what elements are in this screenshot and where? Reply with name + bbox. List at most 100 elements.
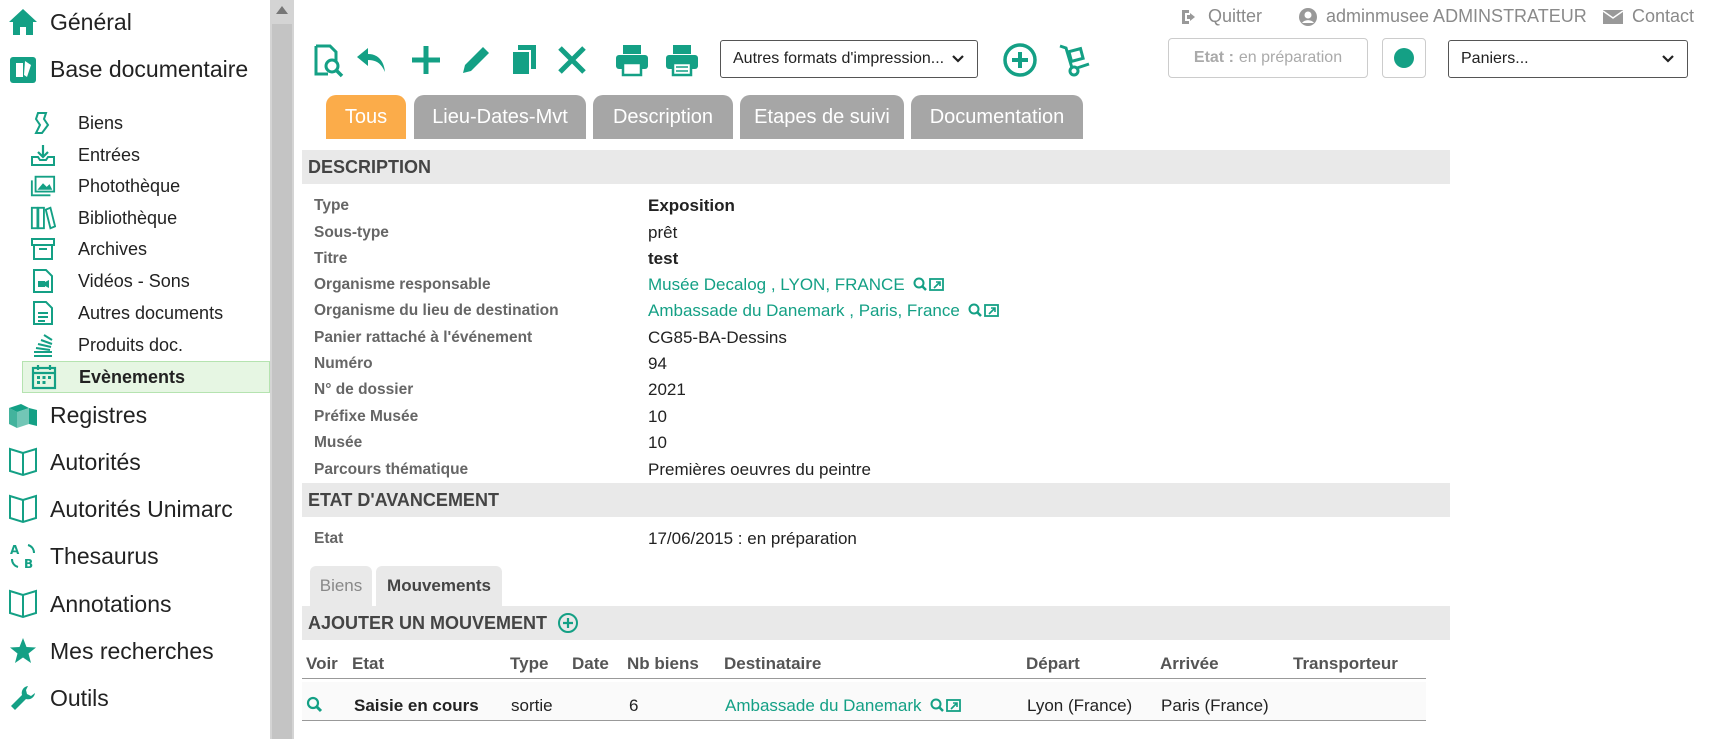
star-icon — [6, 634, 40, 668]
organisme-destination-link[interactable]: Ambassade du Danemark , Paris, France — [648, 301, 1000, 321]
search-open-icon[interactable] — [968, 302, 1000, 320]
cell-destinataire-link[interactable]: Ambassade du Danemark — [725, 696, 962, 716]
cell-etat: Saisie en cours — [354, 696, 479, 715]
thesaurus-icon: AB — [6, 539, 40, 573]
subtab-biens[interactable]: Biens — [310, 566, 372, 606]
subtab-mouvements[interactable]: Mouvements — [376, 566, 502, 606]
etat-status-field: Etat : en préparation — [1168, 38, 1368, 78]
column-header: Voir — [306, 654, 338, 673]
tab-label: Lieu-Dates-Mvt — [432, 105, 568, 128]
section-title: ETAT D'AVANCEMENT — [308, 489, 499, 510]
tab-label: Etapes de suivi — [754, 105, 890, 128]
sidebar-scrollbar[interactable] — [270, 0, 294, 739]
add-movement-icon[interactable] — [557, 612, 579, 634]
sidebar-item-annotations[interactable]: Annotations — [6, 584, 171, 624]
quit-link[interactable]: Quitter — [1180, 6, 1262, 27]
column-header: Nb biens — [627, 654, 699, 673]
field-label: Organisme du lieu de destination — [314, 302, 559, 319]
open-book-icon — [6, 587, 40, 621]
field-titre: Titre test — [314, 246, 678, 272]
subtab-label: Mouvements — [387, 576, 491, 595]
wrench-icon — [6, 681, 40, 715]
field-label: Organisme responsable — [314, 276, 491, 293]
field-value: 94 — [648, 354, 667, 373]
print-list-button[interactable] — [662, 40, 702, 80]
sidebar-item-autorites-unimarc[interactable]: Autorités Unimarc — [6, 489, 233, 529]
sidebar-item-entrees[interactable]: Entrées — [22, 140, 268, 170]
field-parcours: Parcours thématique Premières oeuvres du … — [314, 457, 871, 483]
sidebar-item-label: Autorités Unimarc — [50, 495, 233, 522]
user-link[interactable]: adminmusee ADMINSTRATEUR — [1298, 6, 1587, 27]
field-value: Premières oeuvres du peintre — [648, 460, 872, 479]
paniers-select[interactable]: Paniers... — [1448, 40, 1688, 78]
organisme-responsable-link[interactable]: Musée Decalog , LYON, FRANCE — [648, 275, 945, 295]
field-panier: Panier rattaché à l'événement CG85-BA-Des… — [314, 325, 787, 351]
field-label: Numéro — [314, 355, 373, 372]
quit-label: Quitter — [1208, 6, 1263, 26]
contact-link[interactable]: Contact — [1602, 6, 1694, 27]
tab-tous[interactable]: Tous — [326, 95, 406, 139]
add-button[interactable] — [406, 40, 446, 80]
tab-label: Documentation — [929, 105, 1065, 128]
field-value: 10 — [648, 433, 667, 452]
scroll-up-arrow-icon[interactable] — [276, 6, 288, 14]
add-circle-button[interactable] — [1000, 40, 1040, 80]
hand-truck-icon — [1059, 44, 1090, 77]
document-search-icon — [314, 44, 344, 78]
search-open-icon[interactable] — [930, 697, 962, 715]
sidebar-item-base-documentaire[interactable]: Base documentaire — [6, 49, 248, 89]
sidebar-item-evenements[interactable]: Evènements — [22, 361, 270, 393]
user-label: adminmusee ADMINSTRATEUR — [1326, 6, 1587, 26]
column-header: Départ — [1026, 654, 1080, 673]
object-icon — [30, 110, 56, 136]
copy-icon — [511, 45, 536, 76]
search-open-icon[interactable] — [913, 276, 945, 294]
field-numero: Numéro 94 — [314, 351, 667, 377]
sidebar-item-general[interactable]: Général — [6, 2, 132, 42]
field-label: Sous-type — [314, 224, 389, 241]
sidebar-item-phototheque[interactable]: Photothèque — [22, 171, 268, 201]
print-formats-select[interactable]: Autres formats d'impression... — [720, 40, 978, 78]
delete-button[interactable] — [552, 40, 592, 80]
field-etat: Etat 17/06/2015 : en préparation — [314, 526, 857, 552]
plus-circle-icon — [1003, 43, 1037, 77]
sidebar-item-registres[interactable]: Registres — [6, 395, 147, 435]
sidebar-item-videos-sons[interactable]: Vidéos - Sons — [22, 266, 268, 296]
view-search-icon[interactable] — [306, 696, 324, 714]
open-book-icon — [6, 492, 40, 526]
tab-documentation[interactable]: Documentation — [911, 95, 1083, 139]
field-dossier: N° de dossier 2021 — [314, 377, 686, 403]
sidebar-item-produits-doc[interactable]: Produits doc. — [22, 330, 268, 360]
back-button[interactable] — [352, 40, 392, 80]
field-label: N° de dossier — [314, 381, 414, 398]
copy-button[interactable] — [504, 40, 544, 80]
tab-etapes-de-suivi[interactable]: Etapes de suivi — [740, 95, 904, 139]
sidebar-item-archives[interactable]: Archives — [22, 234, 268, 264]
tab-description[interactable]: Description — [593, 95, 733, 139]
file-icon — [30, 300, 56, 326]
sidebar-item-label: Bibliothèque — [78, 207, 178, 228]
field-value: 17/06/2015 : en préparation — [648, 529, 857, 548]
preview-button[interactable] — [308, 40, 348, 80]
sidebar-item-autorites[interactable]: Autorités — [6, 442, 141, 482]
field-musee: Musée 10 — [314, 430, 667, 456]
sidebar-item-thesaurus[interactable]: AB Thesaurus — [6, 536, 159, 576]
sidebar-item-label: Autres documents — [78, 302, 224, 323]
sidebar-item-autres-documents[interactable]: Autres documents — [22, 298, 268, 328]
sidebar-item-outils[interactable]: Outils — [6, 678, 109, 718]
documents-icon — [6, 52, 40, 86]
sidebar-item-label: Mes recherches — [50, 637, 214, 664]
section-title: DESCRIPTION — [308, 156, 432, 177]
edit-button[interactable] — [456, 40, 496, 80]
scrollbar-thumb[interactable] — [272, 24, 292, 739]
transport-button[interactable] — [1054, 40, 1094, 80]
inbox-icon — [30, 142, 56, 168]
status-indicator[interactable] — [1382, 38, 1426, 78]
sidebar-item-mes-recherches[interactable]: Mes recherches — [6, 631, 214, 671]
tab-lieu-dates-mvt[interactable]: Lieu-Dates-Mvt — [414, 95, 586, 139]
sidebar-item-bibliotheque[interactable]: Bibliothèque — [22, 203, 268, 233]
sidebar-item-biens[interactable]: Biens — [22, 108, 268, 138]
print-button[interactable] — [612, 40, 652, 80]
field-organisme-responsable: Organisme responsable Musée Decalog , LY… — [314, 272, 945, 298]
column-header: Etat — [352, 654, 385, 673]
